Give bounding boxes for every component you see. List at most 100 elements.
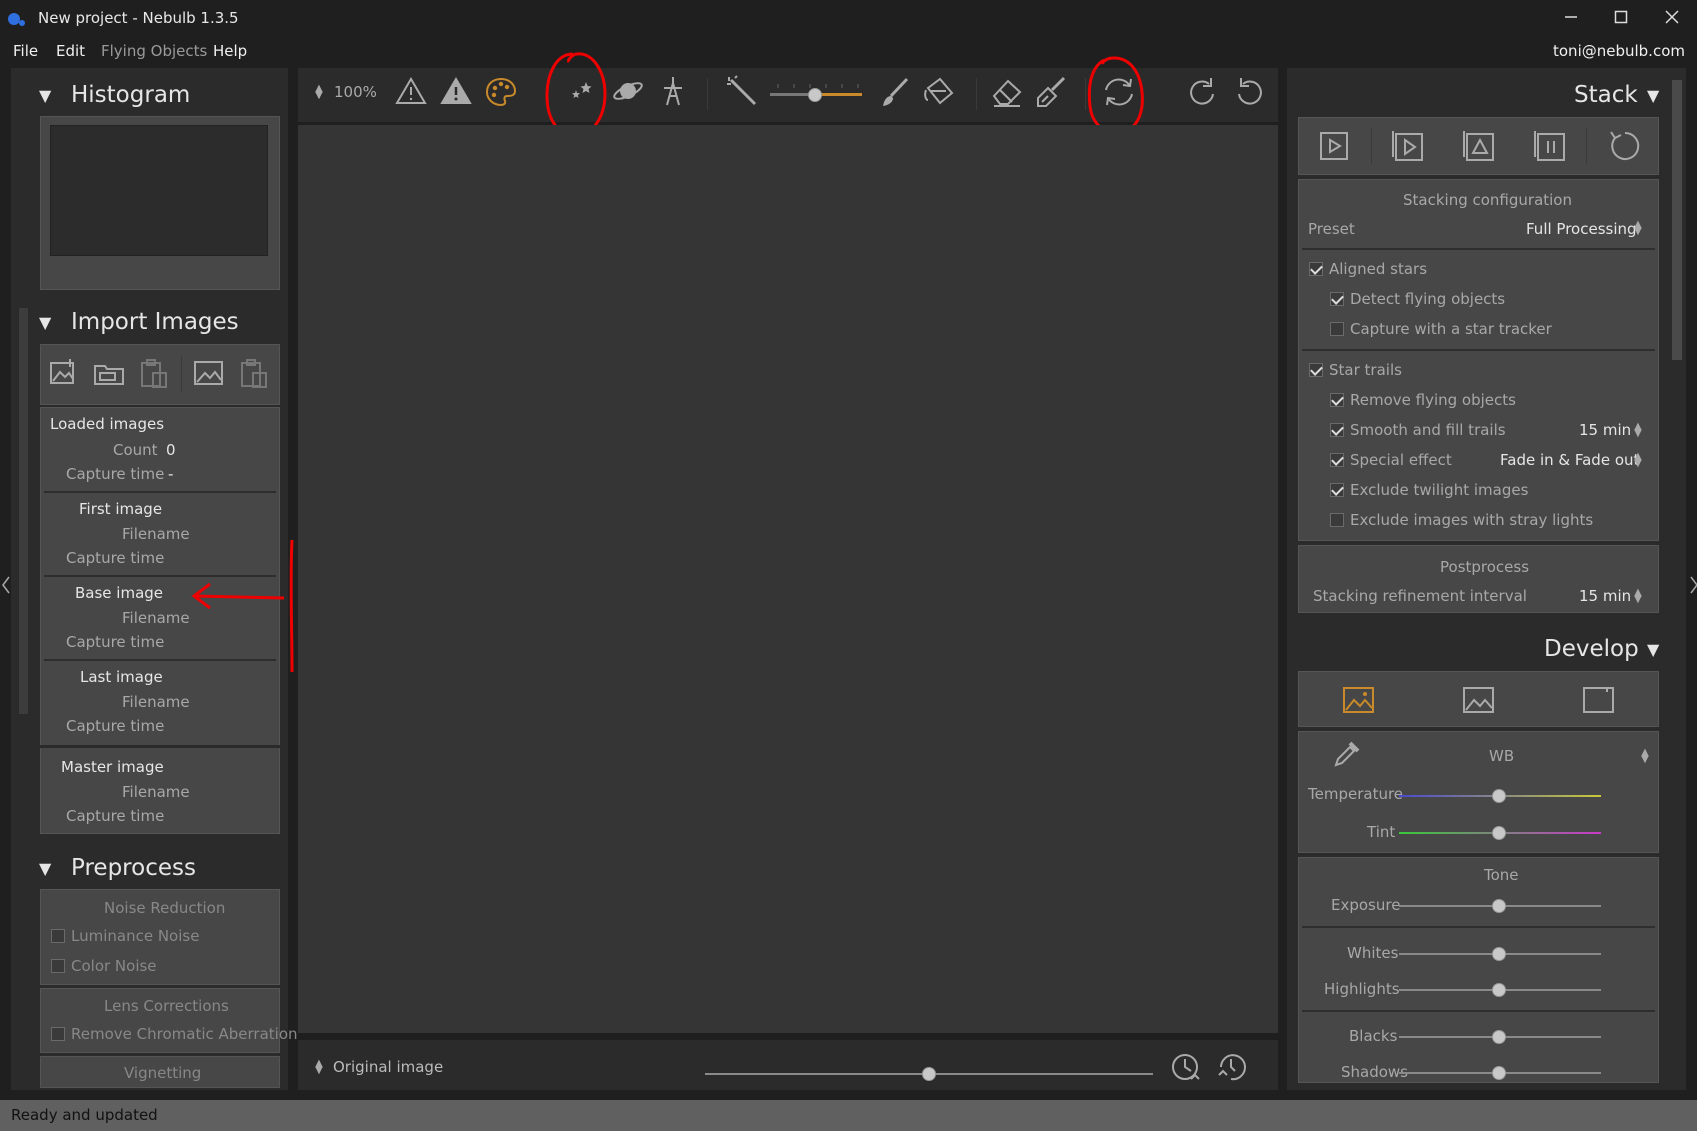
- stack-triangle-icon[interactable]: [1463, 130, 1495, 162]
- smooth-fill-value[interactable]: 15 min: [1579, 421, 1631, 439]
- star-trails-checkbox[interactable]: [1309, 363, 1323, 377]
- luminance-noise-checkbox[interactable]: [51, 929, 65, 943]
- preprocess-collapse-icon[interactable]: ▼: [39, 859, 51, 878]
- divider: [1302, 349, 1655, 351]
- eraser-icon[interactable]: [990, 76, 1024, 108]
- menu-help[interactable]: Help: [213, 42, 247, 60]
- add-folder-icon[interactable]: [93, 358, 125, 388]
- postprocess-title: Postprocess: [1440, 558, 1530, 576]
- blacks-knob[interactable]: [1492, 1030, 1506, 1044]
- preset-value[interactable]: Full Processing: [1526, 220, 1637, 238]
- stack-pause-icon[interactable]: [1534, 130, 1566, 162]
- exposure-knob[interactable]: [1492, 899, 1506, 913]
- zoom-level[interactable]: 100%: [334, 83, 377, 101]
- view-mode-label[interactable]: Original image: [333, 1058, 443, 1076]
- brush-size-knob[interactable]: [808, 88, 822, 102]
- wb-label: WB: [1489, 747, 1515, 765]
- expand-left-icon[interactable]: [1, 575, 11, 595]
- left-panel-scrollbar[interactable]: [18, 307, 29, 715]
- minimize-button[interactable]: [1547, 4, 1595, 34]
- exclude-twilight-checkbox[interactable]: [1330, 483, 1344, 497]
- add-images-icon[interactable]: [48, 358, 78, 388]
- maximize-button[interactable]: [1597, 4, 1645, 34]
- planet-icon[interactable]: [611, 76, 645, 106]
- paint-bucket-icon[interactable]: [922, 76, 956, 108]
- exposure-label: Exposure: [1331, 896, 1401, 914]
- import-collapse-icon[interactable]: ▼: [39, 313, 51, 332]
- menu-bar: File Edit Flying Objects Help toni@nebul…: [0, 38, 1697, 66]
- close-button[interactable]: [1648, 4, 1696, 34]
- palette-icon[interactable]: [485, 76, 517, 107]
- remove-flying-checkbox[interactable]: [1330, 393, 1344, 407]
- exclude-stray-checkbox[interactable]: [1330, 513, 1344, 527]
- shadows-knob[interactable]: [1492, 1066, 1506, 1080]
- compare-slider-knob[interactable]: [922, 1067, 936, 1081]
- menu-flying-objects[interactable]: Flying Objects: [101, 42, 207, 60]
- right-panel-scrollbar[interactable]: [1672, 80, 1682, 360]
- brush-icon[interactable]: [879, 76, 911, 108]
- play-icon[interactable]: [1320, 132, 1348, 160]
- aligned-stars-checkbox[interactable]: [1309, 262, 1323, 276]
- status-bar: Ready and updated: [0, 1100, 1697, 1131]
- warning-outline-icon[interactable]: [395, 76, 427, 106]
- landscape-icon[interactable]: [1463, 686, 1495, 714]
- expand-right-icon[interactable]: [1689, 575, 1697, 595]
- develop-image-icon[interactable]: [1343, 686, 1375, 714]
- special-effect-value[interactable]: Fade in & Fade out: [1500, 451, 1639, 469]
- special-effect-spinner[interactable]: ▲ ▼: [1633, 452, 1643, 469]
- preset-spinner[interactable]: ▲ ▼: [1633, 220, 1643, 237]
- loaded-images-heading: Loaded images: [50, 415, 165, 433]
- special-effect-checkbox[interactable]: [1330, 453, 1344, 467]
- count-value: 0: [166, 441, 176, 459]
- title-bar: New project - Nebulb 1.3.5: [0, 0, 1697, 38]
- smooth-fill-spinner[interactable]: ▲ ▼: [1633, 422, 1643, 439]
- crop-frame-icon[interactable]: [1583, 686, 1615, 714]
- eyedropper-icon[interactable]: [1332, 739, 1362, 769]
- highlights-knob[interactable]: [1492, 983, 1506, 997]
- stack-toolbar-divider: [1586, 128, 1587, 164]
- image-icon[interactable]: [193, 358, 225, 388]
- broom-icon[interactable]: [1034, 76, 1068, 108]
- develop-collapse-icon[interactable]: ▼: [1647, 640, 1659, 659]
- last-image-filename-label: Filename: [122, 693, 190, 711]
- blacks-label: Blacks: [1349, 1027, 1398, 1045]
- zoom-spinner[interactable]: ▲ ▼: [314, 84, 324, 101]
- user-account[interactable]: toni@nebulb.com: [1553, 42, 1685, 60]
- whites-label: Whites: [1347, 944, 1399, 962]
- undo-icon[interactable]: [1233, 76, 1267, 108]
- annotation-circle-refresh: [1087, 56, 1144, 134]
- star-tracker-label: Capture with a star tracker: [1350, 320, 1552, 338]
- history-forward-icon[interactable]: [1215, 1051, 1247, 1083]
- star-tracker-checkbox[interactable]: [1330, 322, 1344, 336]
- paste-icon[interactable]: [139, 358, 169, 390]
- magic-wand-icon[interactable]: [725, 75, 757, 106]
- refinement-value[interactable]: 15 min: [1579, 587, 1631, 605]
- histogram-canvas: [50, 125, 268, 256]
- image-canvas[interactable]: [298, 125, 1278, 1033]
- remove-ca-checkbox[interactable]: [51, 1027, 65, 1041]
- color-noise-checkbox[interactable]: [51, 959, 65, 973]
- redo-icon[interactable]: [1187, 76, 1221, 108]
- play-stack-icon[interactable]: [1392, 130, 1424, 162]
- stack-collapse-icon[interactable]: ▼: [1647, 86, 1659, 105]
- clipboard-icon[interactable]: [239, 358, 269, 390]
- history-back-icon[interactable]: [1169, 1051, 1201, 1083]
- menu-file[interactable]: File: [13, 42, 38, 60]
- wb-spinner[interactable]: ▲ ▼: [1640, 748, 1650, 765]
- histogram-collapse-icon[interactable]: ▼: [39, 86, 51, 105]
- tint-knob[interactable]: [1492, 826, 1506, 840]
- detect-flying-checkbox[interactable]: [1330, 292, 1344, 306]
- refinement-spinner[interactable]: ▲ ▼: [1633, 588, 1643, 605]
- tower-icon[interactable]: [658, 74, 688, 108]
- menu-edit[interactable]: Edit: [56, 42, 85, 60]
- warning-filled-icon[interactable]: [440, 76, 472, 106]
- whites-knob[interactable]: [1492, 947, 1506, 961]
- smooth-fill-checkbox[interactable]: [1330, 423, 1344, 437]
- close-icon: [1665, 10, 1679, 24]
- base-image-capture-time-label: Capture time: [66, 633, 165, 651]
- view-mode-spinner[interactable]: ▲ ▼: [314, 1059, 324, 1076]
- develop-title: Develop: [1544, 636, 1639, 662]
- reset-icon[interactable]: [1607, 130, 1641, 162]
- temperature-knob[interactable]: [1492, 789, 1506, 803]
- lens-corrections-title: Lens Corrections: [104, 997, 229, 1015]
